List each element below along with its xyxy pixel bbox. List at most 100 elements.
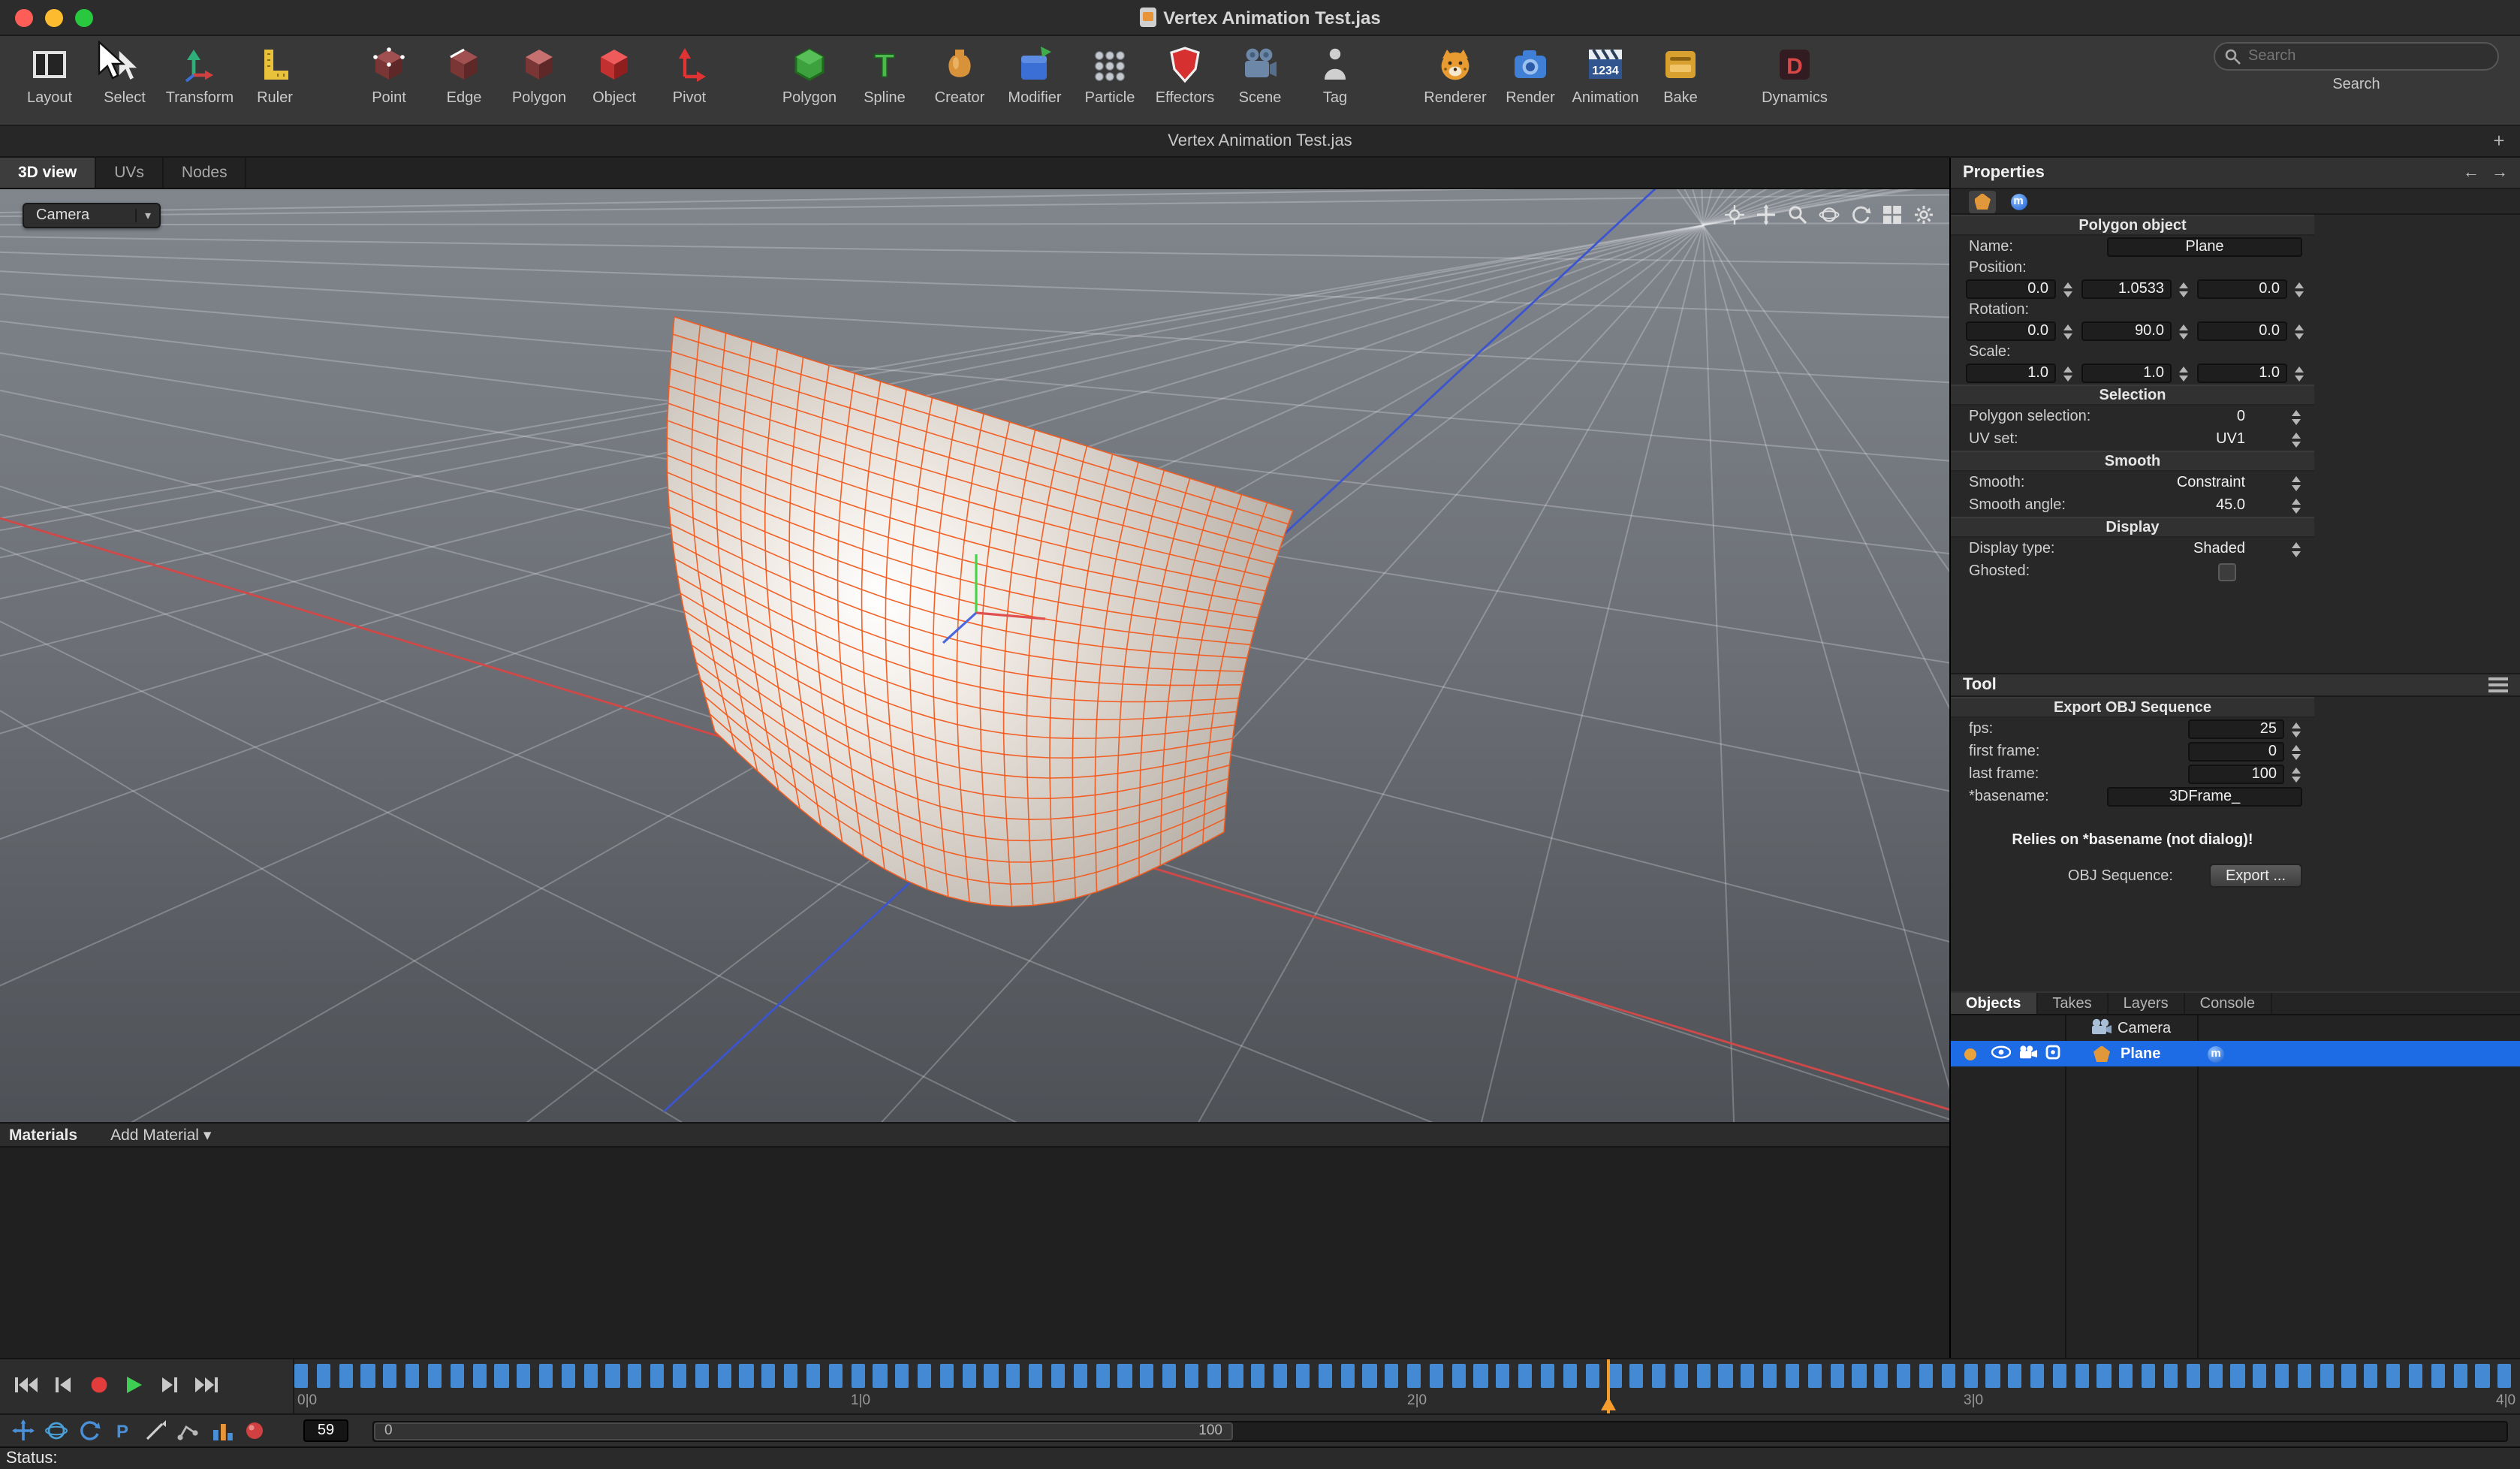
- stepper[interactable]: [2060, 279, 2074, 299]
- spline-button[interactable]: T Spline: [847, 42, 922, 107]
- keyframe-tick[interactable]: [1874, 1364, 1888, 1388]
- stepper[interactable]: [2292, 321, 2305, 341]
- rotate-icon[interactable]: [1850, 204, 1871, 225]
- knife-tool-icon[interactable]: [144, 1419, 167, 1442]
- search-input[interactable]: [2248, 48, 2488, 65]
- scale-y-field[interactable]: 1.0: [2081, 363, 2172, 383]
- keyframe-tick[interactable]: [2365, 1364, 2378, 1388]
- keyframe-tick[interactable]: [1451, 1364, 1465, 1388]
- keyframe-tick[interactable]: [784, 1364, 797, 1388]
- stepper[interactable]: [2289, 719, 2302, 739]
- materials-area[interactable]: [0, 1148, 1949, 1358]
- keyframe-tick[interactable]: [2476, 1364, 2489, 1388]
- keyframe-tick[interactable]: [1318, 1364, 1331, 1388]
- stepper[interactable]: [2176, 279, 2190, 299]
- keyframe-tick[interactable]: [1518, 1364, 1532, 1388]
- last-frame-field[interactable]: 100: [2188, 765, 2284, 784]
- tab-takes[interactable]: Takes: [2037, 993, 2108, 1014]
- keyframe-tick[interactable]: [1363, 1364, 1376, 1388]
- keyframe-tick[interactable]: [1051, 1364, 1065, 1388]
- keyframe-tick[interactable]: [873, 1364, 887, 1388]
- polygon-mode-button[interactable]: Polygon: [502, 42, 577, 107]
- 3d-viewport[interactable]: Camera ▾: [0, 189, 1949, 1122]
- display-type-value[interactable]: Shaded: [2193, 541, 2245, 557]
- keyframe-tick[interactable]: [1986, 1364, 2000, 1388]
- rotation-y-field[interactable]: 90.0: [2081, 321, 2172, 341]
- add-view-button[interactable]: +: [2487, 129, 2511, 153]
- keyframe-tick[interactable]: [1674, 1364, 1688, 1388]
- pivot-button[interactable]: Pivot: [652, 42, 727, 107]
- keyframe-tick[interactable]: [1585, 1364, 1599, 1388]
- modifier-button[interactable]: Modifier: [997, 42, 1072, 107]
- move-icon[interactable]: [1756, 204, 1777, 225]
- step-forward-icon[interactable]: [159, 1376, 179, 1398]
- renderer-button[interactable]: Renderer: [1418, 42, 1493, 107]
- keyframe-tick[interactable]: [1541, 1364, 1554, 1388]
- keyframe-tick[interactable]: [472, 1364, 486, 1388]
- keyframe-tick[interactable]: [2142, 1364, 2155, 1388]
- step-back-icon[interactable]: [54, 1376, 74, 1398]
- keyframe-tick[interactable]: [1185, 1364, 1198, 1388]
- keyframe-tick[interactable]: [1719, 1364, 1732, 1388]
- position-y-field[interactable]: 1.0533: [2081, 279, 2172, 299]
- keyframe-tick[interactable]: [1407, 1364, 1421, 1388]
- keyframe-tick[interactable]: [673, 1364, 686, 1388]
- keyframe-tick[interactable]: [984, 1364, 998, 1388]
- keyframe-tick[interactable]: [2186, 1364, 2199, 1388]
- stepper[interactable]: [2289, 407, 2302, 427]
- keyframe-tick[interactable]: [1006, 1364, 1020, 1388]
- effectors-button[interactable]: Effectors: [1147, 42, 1222, 107]
- keyframe-tick[interactable]: [495, 1364, 508, 1388]
- dynamics-button[interactable]: D Dynamics: [1757, 42, 1832, 107]
- keyframe-tick[interactable]: [2231, 1364, 2244, 1388]
- keyframe-tick[interactable]: [2342, 1364, 2356, 1388]
- uv-set-value[interactable]: UV1: [2216, 431, 2245, 448]
- bake-button[interactable]: Bake: [1643, 42, 1718, 107]
- keyframe-tick[interactable]: [895, 1364, 909, 1388]
- tool-options-icon[interactable]: [2488, 677, 2508, 692]
- smooth-angle-value[interactable]: 45.0: [2216, 497, 2245, 514]
- timeline-range-track[interactable]: 0 100: [372, 1420, 2508, 1441]
- keyframe-tick[interactable]: [1229, 1364, 1243, 1388]
- stepper[interactable]: [2289, 539, 2302, 559]
- tree-row-plane[interactable]: Plane m: [1951, 1041, 2520, 1066]
- keyframe-tick[interactable]: [761, 1364, 775, 1388]
- keyframe-tick[interactable]: [384, 1364, 397, 1388]
- stepper[interactable]: [2176, 363, 2190, 383]
- material-tag-icon[interactable]: m: [2208, 1045, 2224, 1062]
- rotate-tool-icon[interactable]: [78, 1419, 101, 1442]
- keyframe-tick[interactable]: [1830, 1364, 1843, 1388]
- keyframe-tick[interactable]: [1941, 1364, 1955, 1388]
- keyframe-ticks[interactable]: [294, 1359, 2520, 1392]
- stepper[interactable]: [2060, 363, 2074, 383]
- keyframe-tick[interactable]: [1140, 1364, 1153, 1388]
- object-tree[interactable]: Camera Plane m: [1951, 1015, 2520, 1358]
- keyframe-tick[interactable]: [1340, 1364, 1354, 1388]
- keyframe-tick[interactable]: [562, 1364, 575, 1388]
- keyframe-tick[interactable]: [450, 1364, 463, 1388]
- keyframe-tick[interactable]: [695, 1364, 709, 1388]
- stepper[interactable]: [2292, 279, 2305, 299]
- keyframe-tick[interactable]: [2097, 1364, 2111, 1388]
- stepper[interactable]: [2060, 321, 2074, 341]
- keyframe-tick[interactable]: [2320, 1364, 2333, 1388]
- keyframe-tick[interactable]: [1073, 1364, 1087, 1388]
- material-tag-tab[interactable]: m: [2005, 190, 2032, 213]
- orbit-tool-icon[interactable]: [45, 1419, 68, 1442]
- keyframe-tick[interactable]: [2453, 1364, 2467, 1388]
- keyframe-tick[interactable]: [2275, 1364, 2289, 1388]
- scale-x-field[interactable]: 1.0: [1966, 363, 2056, 383]
- particle-button[interactable]: Particle: [1072, 42, 1147, 107]
- close-window-button[interactable]: [15, 9, 33, 27]
- keyframe-tick[interactable]: [317, 1364, 330, 1388]
- transform-button[interactable]: Transform: [162, 42, 237, 107]
- keyframe-tick[interactable]: [2386, 1364, 2400, 1388]
- keyframe-tick[interactable]: [2253, 1364, 2266, 1388]
- render-ball-icon[interactable]: [243, 1419, 266, 1442]
- edge-mode-button[interactable]: Edge: [427, 42, 502, 107]
- ruler-button[interactable]: Ruler: [237, 42, 312, 107]
- keyframe-tick[interactable]: [2298, 1364, 2311, 1388]
- stepper[interactable]: [2292, 363, 2305, 383]
- keyframe-tick[interactable]: [1162, 1364, 1176, 1388]
- graph-tool-icon[interactable]: [210, 1419, 233, 1442]
